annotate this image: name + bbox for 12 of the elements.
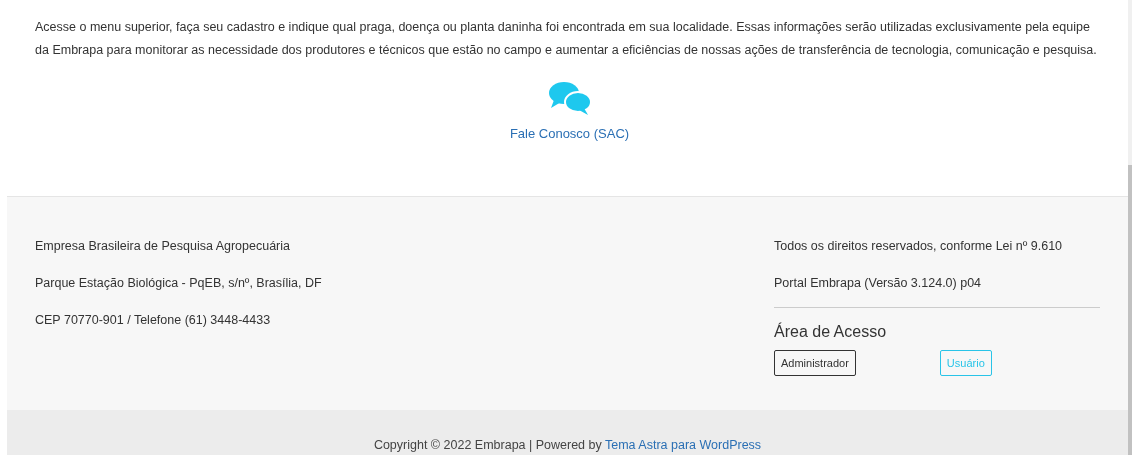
footer-text: CEP 70770-901 / Telefone (61) 3448-4433 [35, 311, 272, 329]
theme-link[interactable]: Tema Astra para WordPress [605, 438, 762, 453]
access-title: Área de Acesso [774, 321, 888, 342]
chat-bubbles-icon [547, 80, 592, 116]
copyright-text: Copyright © 2022 Embrapa | Powered by Tema Astra para WordPress [373, 437, 762, 455]
footer-text: Portal Embrapa (Versão 3.124.0) p04 [774, 274, 983, 292]
access-button[interactable]: Administrador [774, 349, 856, 376]
intro-paragraph: Acesse o menu superior, faça seu cadastro e indique qual praga, doença ou planta daninha foi encontrada em sua localidade. Essas informações serão utilizadas exclusivamente pela equipe da Embrapa para monitorar as necessidade dos produtores e técnicos que estão no campo e aumentar a eficiências de nossas ações de transferência de tecnologia, comunicação e pesquisa. [35, 19, 1098, 59]
contact-link[interactable]: Fale Conosco (SAC) [509, 124, 630, 144]
footer-text: Parque Estação Biológica - PqEB, s/nº, Brasília, DF [35, 274, 322, 292]
footer-text: Empresa Brasileira de Pesquisa Agropecuária [35, 238, 291, 255]
footer-text: Todos os direitos reservados, conforme Lei nº 9.610 [774, 238, 1064, 255]
